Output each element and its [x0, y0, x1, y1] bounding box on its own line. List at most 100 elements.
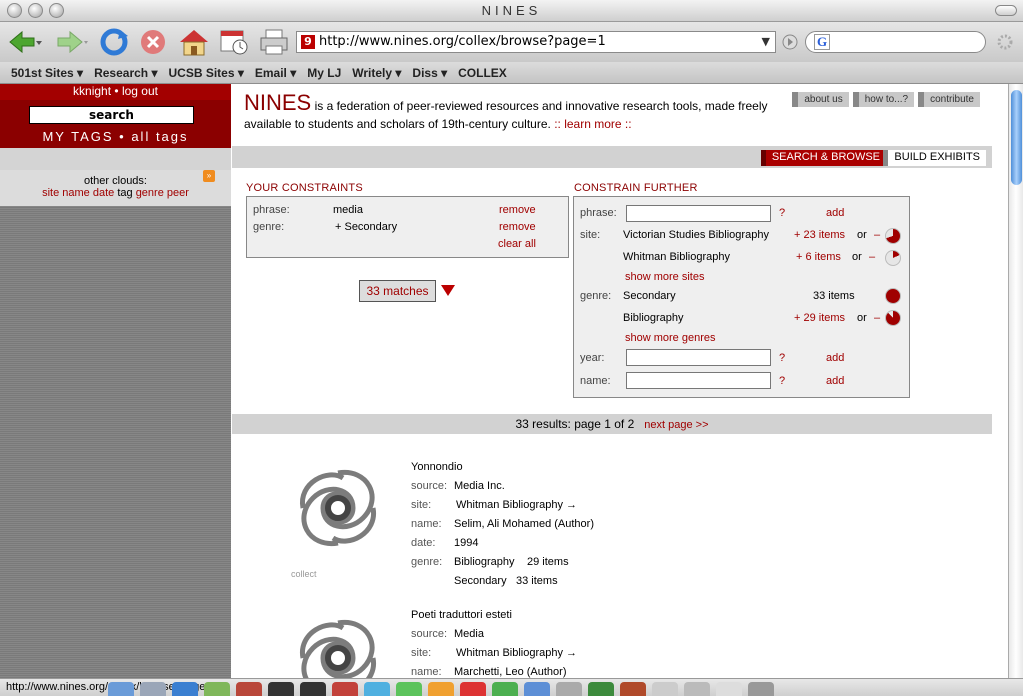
- browser-window: NINES 9 http://www.nines.org/collex/brow…: [0, 0, 1023, 696]
- nines-swirl-thumbnail-icon[interactable]: [288, 458, 388, 558]
- logout-link[interactable]: log out: [122, 84, 158, 98]
- tree-dock-icon[interactable]: [588, 682, 614, 696]
- app-dock-icon[interactable]: [204, 682, 230, 696]
- bookmark-diss[interactable]: Diss ▾: [412, 66, 447, 80]
- go-button[interactable]: [781, 27, 799, 57]
- bookmark-collex[interactable]: COLLEX: [458, 66, 507, 80]
- username-link[interactable]: kknight: [73, 84, 111, 98]
- calculator-dock-icon[interactable]: [684, 682, 710, 696]
- bookmark-writely[interactable]: Writely ▾: [352, 66, 401, 80]
- bookmark-email[interactable]: Email ▾: [255, 66, 296, 80]
- cloud-link-name[interactable]: name: [62, 187, 90, 199]
- genre-count-link[interactable]: 33 items: [516, 575, 558, 587]
- bookmark-ucsb-sites[interactable]: UCSB Sites ▾: [168, 66, 243, 80]
- bookmark-research[interactable]: Research ▾: [94, 66, 157, 80]
- chat-dock-icon[interactable]: [396, 682, 422, 696]
- expand-matches-icon[interactable]: [441, 285, 455, 296]
- name-input[interactable]: [626, 372, 771, 389]
- vertical-scrollbar[interactable]: [1008, 84, 1023, 678]
- site-add-count[interactable]: + 23 items: [794, 229, 845, 241]
- site-exclude-link[interactable]: –: [874, 229, 880, 241]
- app-dock-icon[interactable]: [620, 682, 646, 696]
- how-to-link[interactable]: how to...?: [852, 92, 915, 107]
- genre-label: genre:: [580, 290, 612, 302]
- app-dock-icon[interactable]: [460, 682, 486, 696]
- my-tags-link[interactable]: MY TAGS: [42, 129, 113, 144]
- movie-dock-icon[interactable]: [300, 682, 326, 696]
- name-help-link[interactable]: ?: [779, 375, 785, 387]
- home-button[interactable]: [178, 27, 210, 57]
- name-add-link[interactable]: add: [826, 375, 844, 387]
- field-label: site:: [411, 499, 432, 511]
- browser-dock-icon[interactable]: [172, 682, 198, 696]
- web-search-field[interactable]: G: [805, 31, 986, 53]
- print-button[interactable]: [258, 27, 290, 57]
- genre-add-count[interactable]: + 29 items: [794, 312, 845, 324]
- clear-all-link[interactable]: clear all: [498, 238, 536, 250]
- cloud-link-genre[interactable]: genre: [136, 187, 164, 199]
- history-button[interactable]: [218, 27, 250, 57]
- tab-build-exhibits[interactable]: BUILD EXHIBITS: [883, 150, 986, 166]
- finder-dock-icon[interactable]: [108, 682, 134, 696]
- bookmark-501st-sites[interactable]: 501st Sites ▾: [11, 66, 83, 80]
- toolbar-toggle-button[interactable]: [995, 5, 1017, 16]
- site-add-count[interactable]: + 6 items: [796, 251, 841, 263]
- back-button[interactable]: [6, 27, 44, 57]
- address-bar[interactable]: 9 http://www.nines.org/collex/browse?pag…: [296, 31, 776, 53]
- google-engine-icon[interactable]: G: [814, 34, 830, 50]
- year-add-link[interactable]: add: [826, 352, 844, 364]
- cloud-link-date[interactable]: date: [93, 187, 114, 199]
- year-input[interactable]: [626, 349, 771, 366]
- app-dock-icon[interactable]: [524, 682, 550, 696]
- app-dock-icon[interactable]: [556, 682, 582, 696]
- app-dock-icon[interactable]: [716, 682, 742, 696]
- remove-phrase-link[interactable]: remove: [499, 204, 536, 216]
- app-dock-icon[interactable]: [236, 682, 262, 696]
- site-link[interactable]: Whitman Bibliography →: [456, 647, 577, 659]
- next-page-link[interactable]: next page >>: [644, 419, 708, 431]
- result-title: Yonnondio: [411, 461, 463, 473]
- learn-more-link[interactable]: :: learn more ::: [554, 117, 631, 131]
- show-more-sites-link[interactable]: show more sites: [625, 271, 704, 283]
- rss-feed-icon[interactable]: »: [203, 170, 215, 182]
- genre-count-link[interactable]: 29 items: [527, 556, 569, 568]
- sidebar-search-button[interactable]: search: [29, 106, 194, 124]
- phrase-help-link[interactable]: ?: [779, 207, 785, 219]
- matches-count-button[interactable]: 33 matches: [359, 280, 436, 302]
- constraint-genre-value: + Secondary: [335, 221, 398, 233]
- nines-swirl-thumbnail-icon[interactable]: [288, 608, 388, 678]
- field-value: Marchetti, Leo (Author): [454, 666, 567, 678]
- movie-dock-icon[interactable]: [268, 682, 294, 696]
- cloud-link-site[interactable]: site: [42, 187, 59, 199]
- contribute-link[interactable]: contribute: [918, 92, 980, 107]
- app-dock-icon[interactable]: [428, 682, 454, 696]
- genre-exclude-link[interactable]: –: [874, 312, 880, 324]
- intro-description: is a federation of peer-reviewed resourc…: [244, 99, 768, 131]
- all-tags-link[interactable]: all tags: [131, 129, 188, 144]
- about-us-link[interactable]: about us: [792, 92, 849, 107]
- window-title: NINES: [481, 3, 542, 18]
- address-dropdown-icon[interactable]: ▼: [762, 32, 770, 52]
- trash-dock-icon[interactable]: [748, 682, 774, 696]
- phrase-add-link[interactable]: add: [826, 207, 844, 219]
- phrase-input[interactable]: [626, 205, 771, 222]
- year-help-link[interactable]: ?: [779, 352, 785, 364]
- forward-button[interactable]: [52, 27, 90, 57]
- system-dock-icon[interactable]: [140, 682, 166, 696]
- app-dock-icon[interactable]: [332, 682, 358, 696]
- tab-search-browse[interactable]: SEARCH & BROWSE: [760, 150, 886, 166]
- collect-link[interactable]: collect: [291, 569, 317, 579]
- remove-genre-link[interactable]: remove: [499, 221, 536, 233]
- site-link[interactable]: Whitman Bibliography →: [456, 499, 577, 511]
- app-dock-icon[interactable]: [364, 682, 390, 696]
- nines-logo[interactable]: NINES: [244, 90, 311, 115]
- app-dock-icon[interactable]: [652, 682, 678, 696]
- bookmark-my-lj[interactable]: My LJ: [307, 66, 341, 80]
- site-exclude-link[interactable]: –: [869, 251, 875, 263]
- cloud-link-peer[interactable]: peer: [167, 187, 189, 199]
- scrollbar-thumb[interactable]: [1011, 90, 1022, 185]
- stop-button[interactable]: [138, 27, 168, 57]
- reload-button[interactable]: [98, 27, 130, 57]
- app-dock-icon[interactable]: [492, 682, 518, 696]
- show-more-genres-link[interactable]: show more genres: [625, 332, 716, 344]
